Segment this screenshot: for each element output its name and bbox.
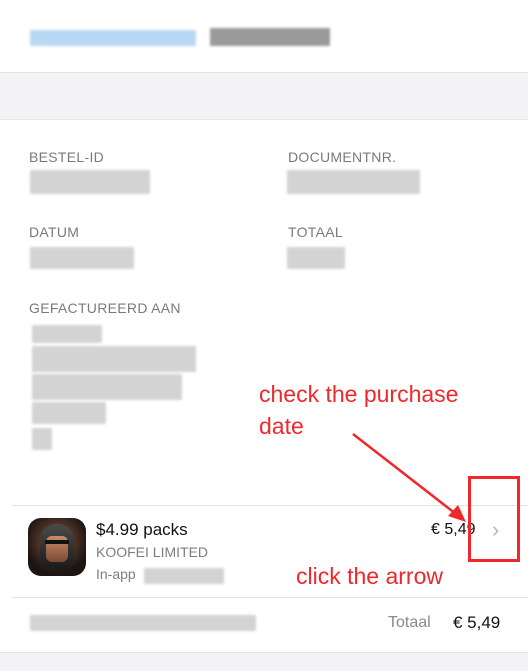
item-bottom-divider <box>12 597 528 598</box>
redacted-item-detail <box>144 568 224 584</box>
total-label: Totaal <box>388 614 431 631</box>
redacted-document-number <box>287 170 420 194</box>
redacted-header-subtitle <box>210 28 330 46</box>
redacted-total <box>287 247 345 269</box>
annotation-check-date-line1: check the purchase <box>259 381 459 407</box>
document-number-label: DOCUMENTNR. <box>288 149 397 165</box>
billed-to-label: GEFACTUREERD AAN <box>29 300 181 316</box>
annotation-check-date-line2: date <box>259 413 304 439</box>
annotation-check-date: check the purchase date <box>259 378 458 442</box>
redacted-summary-line <box>30 615 256 631</box>
section-separator <box>0 73 528 120</box>
redacted-date <box>30 247 134 269</box>
date-label: DATUM <box>29 224 80 240</box>
redacted-order-id <box>30 170 150 194</box>
bottom-band <box>0 652 528 671</box>
total-field-label: TOTAAL <box>288 224 343 240</box>
annotation-click-arrow: click the arrow <box>296 563 443 589</box>
total-value: € 5,49 <box>453 613 501 632</box>
annotation-highlight-box <box>468 476 520 562</box>
item-title: $4.99 packs <box>96 520 188 539</box>
item-publisher: KOOFEI LIMITED <box>96 544 209 560</box>
spartan-helmet-app-icon <box>28 518 86 576</box>
order-id-label: BESTEL-ID <box>29 149 105 165</box>
item-top-divider <box>12 505 528 506</box>
redacted-header-title <box>30 30 196 46</box>
header-bar <box>0 0 528 73</box>
item-type: In-app <box>96 566 136 582</box>
